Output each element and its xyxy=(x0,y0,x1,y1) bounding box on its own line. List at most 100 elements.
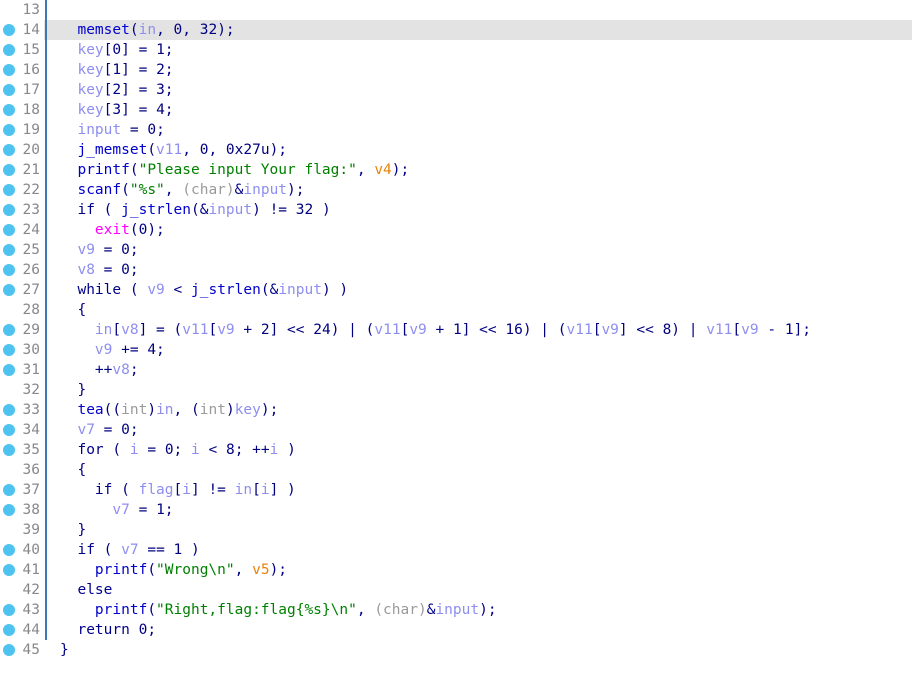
line-gutter[interactable]: 22 xyxy=(0,180,44,200)
breakpoint-icon[interactable] xyxy=(3,224,15,236)
breakpoint-toggle[interactable] xyxy=(0,560,18,580)
code-text[interactable]: } xyxy=(52,520,912,540)
breakpoint-toggle[interactable] xyxy=(0,120,18,140)
breakpoint-toggle[interactable] xyxy=(0,340,18,360)
code-line[interactable]: 27 while ( v9 < j_strlen(&input) ) xyxy=(0,280,912,300)
code-text[interactable]: key[2] = 3; xyxy=(52,80,912,100)
code-line[interactable]: 40 if ( v7 == 1 ) xyxy=(0,540,912,560)
breakpoint-toggle[interactable] xyxy=(0,240,18,260)
code-line[interactable]: 32 } xyxy=(0,380,912,400)
code-line[interactable]: 33 tea((int)in, (int)key); xyxy=(0,400,912,420)
breakpoint-toggle[interactable] xyxy=(0,40,18,60)
breakpoint-icon[interactable] xyxy=(3,244,15,256)
code-text[interactable]: exit(0); xyxy=(52,220,912,240)
code-line[interactable]: 21 printf("Please input Your flag:", v4)… xyxy=(0,160,912,180)
code-text[interactable]: printf("Wrong\n", v5); xyxy=(52,560,912,580)
code-text[interactable]: v8 = 0; xyxy=(52,260,912,280)
line-gutter[interactable]: 42 xyxy=(0,580,44,600)
line-gutter[interactable]: 13 xyxy=(0,0,44,20)
breakpoint-toggle[interactable] xyxy=(0,620,18,640)
line-gutter[interactable]: 34 xyxy=(0,420,44,440)
line-gutter[interactable]: 41 xyxy=(0,560,44,580)
code-line[interactable]: 19 input = 0; xyxy=(0,120,912,140)
code-line[interactable]: 28 { xyxy=(0,300,912,320)
line-gutter[interactable]: 15 xyxy=(0,40,44,60)
breakpoint-icon[interactable] xyxy=(3,604,15,616)
code-line[interactable]: 30 v9 += 4; xyxy=(0,340,912,360)
code-line[interactable] xyxy=(0,660,912,680)
line-gutter[interactable]: 16 xyxy=(0,60,44,80)
code-line[interactable]: 36 { xyxy=(0,460,912,480)
code-text[interactable]: key[3] = 4; xyxy=(52,100,912,120)
breakpoint-icon[interactable] xyxy=(3,104,15,116)
line-gutter[interactable]: 43 xyxy=(0,600,44,620)
breakpoint-toggle[interactable] xyxy=(0,360,18,380)
code-line[interactable]: 44 return 0; xyxy=(0,620,912,640)
code-text[interactable]: input = 0; xyxy=(52,120,912,140)
code-text[interactable]: if ( j_strlen(&input) != 32 ) xyxy=(52,200,912,220)
breakpoint-toggle[interactable] xyxy=(0,380,18,400)
code-line[interactable]: 15 key[0] = 1; xyxy=(0,40,912,60)
breakpoint-toggle[interactable] xyxy=(0,500,18,520)
code-line[interactable]: 17 key[2] = 3; xyxy=(0,80,912,100)
code-line[interactable]: 35 for ( i = 0; i < 8; ++i ) xyxy=(0,440,912,460)
breakpoint-toggle[interactable] xyxy=(0,180,18,200)
breakpoint-toggle[interactable] xyxy=(0,60,18,80)
code-text[interactable]: if ( v7 == 1 ) xyxy=(52,540,912,560)
breakpoint-icon[interactable] xyxy=(3,504,15,516)
breakpoint-toggle[interactable] xyxy=(0,580,18,600)
line-gutter[interactable]: 27 xyxy=(0,280,44,300)
pseudocode-view[interactable]: 13 14 memset(in, 0, 32); 15 key[0] = 1; 16 … xyxy=(0,0,912,680)
code-line[interactable]: 37 if ( flag[i] != in[i] ) xyxy=(0,480,912,500)
code-text[interactable]: v9 += 4; xyxy=(52,340,912,360)
breakpoint-toggle[interactable] xyxy=(0,300,18,320)
breakpoint-toggle[interactable] xyxy=(0,160,18,180)
code-line[interactable]: 25 v9 = 0; xyxy=(0,240,912,260)
line-gutter[interactable]: 24 xyxy=(0,220,44,240)
breakpoint-toggle[interactable] xyxy=(0,600,18,620)
breakpoint-icon[interactable] xyxy=(3,124,15,136)
line-gutter[interactable]: 40 xyxy=(0,540,44,560)
breakpoint-icon[interactable] xyxy=(3,424,15,436)
code-line[interactable]: 20 j_memset(v11, 0, 0x27u); xyxy=(0,140,912,160)
breakpoint-icon[interactable] xyxy=(3,484,15,496)
breakpoint-icon[interactable] xyxy=(3,444,15,456)
breakpoint-toggle[interactable] xyxy=(0,260,18,280)
code-text[interactable]: for ( i = 0; i < 8; ++i ) xyxy=(52,440,912,460)
breakpoint-toggle[interactable] xyxy=(0,200,18,220)
code-line[interactable]: 24 exit(0); xyxy=(0,220,912,240)
code-line[interactable]: 26 v8 = 0; xyxy=(0,260,912,280)
line-gutter[interactable]: 23 xyxy=(0,200,44,220)
code-line[interactable]: 16 key[1] = 2; xyxy=(0,60,912,80)
breakpoint-icon[interactable] xyxy=(3,324,15,336)
code-text[interactable]: j_memset(v11, 0, 0x27u); xyxy=(52,140,912,160)
breakpoint-toggle[interactable] xyxy=(0,80,18,100)
breakpoint-toggle[interactable] xyxy=(0,440,18,460)
line-gutter[interactable]: 25 xyxy=(0,240,44,260)
line-gutter[interactable]: 20 xyxy=(0,140,44,160)
code-text[interactable]: key[0] = 1; xyxy=(52,40,912,60)
line-gutter[interactable]: 38 xyxy=(0,500,44,520)
breakpoint-toggle[interactable] xyxy=(0,280,18,300)
code-text[interactable]: printf("Right,flag:flag{%s}\n", (char)&i… xyxy=(52,600,912,620)
breakpoint-icon[interactable] xyxy=(3,364,15,376)
breakpoint-icon[interactable] xyxy=(3,544,15,556)
code-text[interactable]: scanf("%s", (char)&input); xyxy=(52,180,912,200)
code-text[interactable]: { xyxy=(52,300,912,320)
breakpoint-icon[interactable] xyxy=(3,624,15,636)
code-text[interactable]: return 0; xyxy=(52,620,912,640)
breakpoint-icon[interactable] xyxy=(3,24,15,36)
code-text[interactable]: v9 = 0; xyxy=(52,240,912,260)
breakpoint-icon[interactable] xyxy=(3,284,15,296)
code-line[interactable]: 41 printf("Wrong\n", v5); xyxy=(0,560,912,580)
code-text[interactable]: while ( v9 < j_strlen(&input) ) xyxy=(52,280,912,300)
code-text[interactable]: else xyxy=(52,580,912,600)
code-line[interactable]: 22 scanf("%s", (char)&input); xyxy=(0,180,912,200)
line-gutter[interactable]: 44 xyxy=(0,620,44,640)
breakpoint-toggle[interactable] xyxy=(0,0,18,20)
code-line[interactable]: 45} xyxy=(0,640,912,660)
line-gutter[interactable]: 33 xyxy=(0,400,44,420)
code-line[interactable]: 42 else xyxy=(0,580,912,600)
breakpoint-icon[interactable] xyxy=(3,344,15,356)
code-text[interactable]: if ( flag[i] != in[i] ) xyxy=(52,480,912,500)
